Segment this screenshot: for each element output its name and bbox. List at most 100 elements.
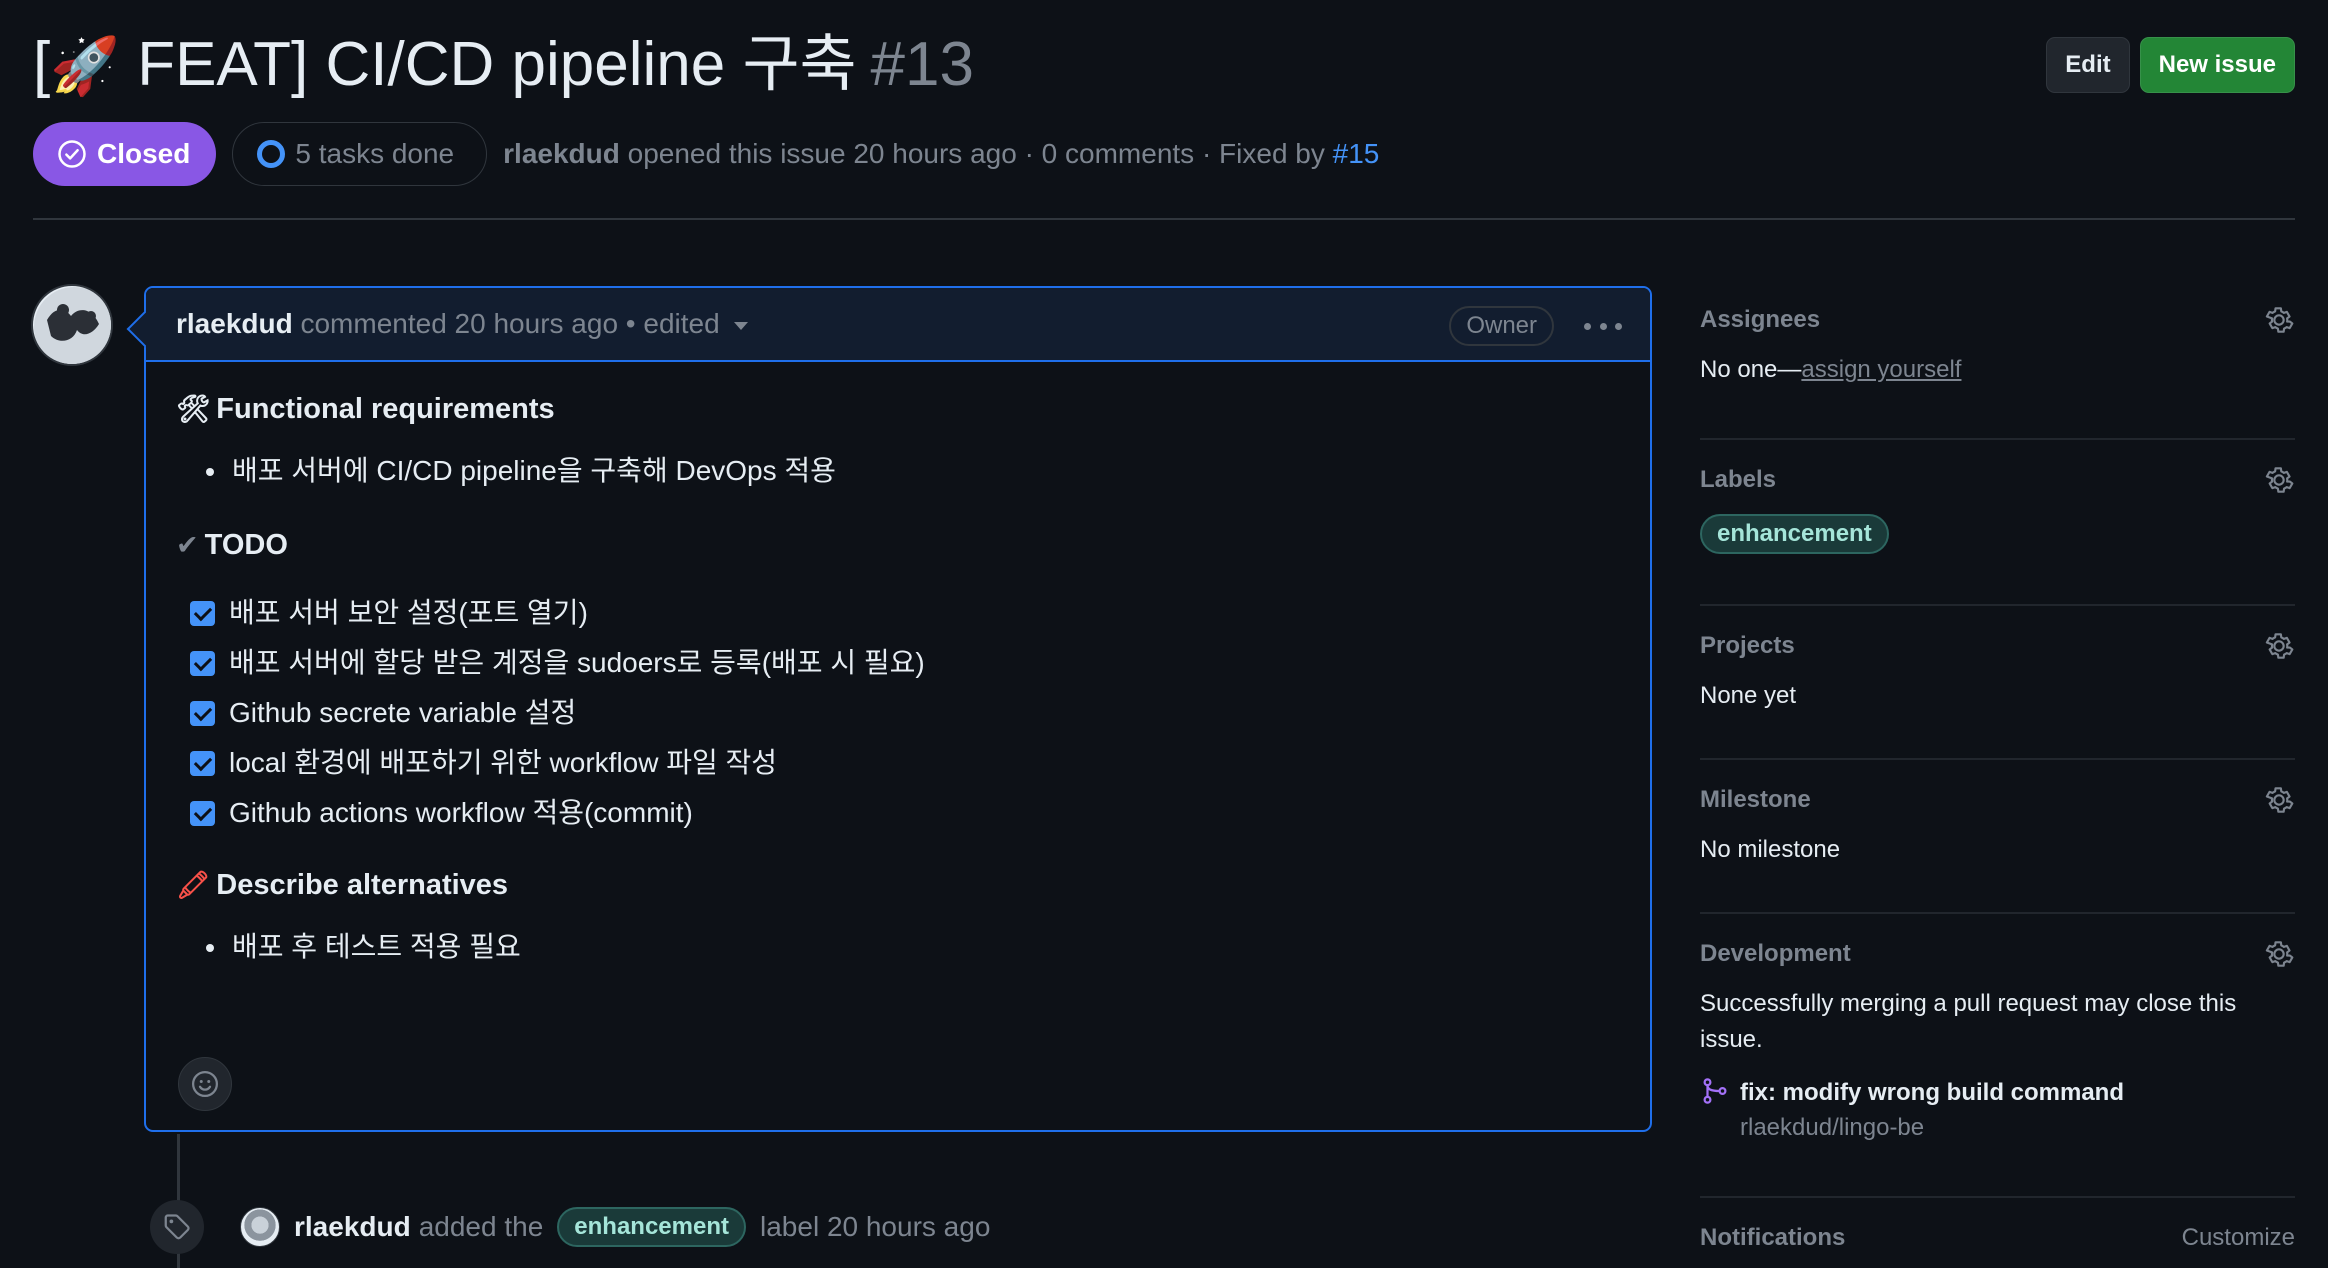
issue-page: [🚀 FEAT] CI/CD pipeline 구축 #13 Edit New i… bbox=[0, 0, 2328, 1268]
task-label: Github actions workflow 적용(commit) bbox=[229, 797, 693, 828]
pull-request-info: fix: modify wrong build command rlaekdud… bbox=[1740, 1076, 2124, 1146]
comment-author[interactable]: rlaekdud bbox=[176, 308, 293, 339]
gear-icon[interactable] bbox=[2263, 630, 2295, 662]
task-item: 배포 서버에 할당 받은 계정을 sudoers로 등록(배포 시 필요) bbox=[176, 638, 1620, 688]
tag-icon bbox=[164, 1214, 190, 1240]
task-checkbox[interactable] bbox=[190, 600, 215, 626]
assignees-value: No one—assign yourself bbox=[1700, 352, 2295, 388]
task-item: 배포 서버 보안 설정(포트 열기) bbox=[176, 588, 1620, 638]
issue-title: [🚀 FEAT] CI/CD pipeline 구축 #13 bbox=[33, 25, 974, 106]
task-item: Github actions workflow 적용(commit) bbox=[176, 788, 1620, 838]
list-item: 배포 서버에 CI/CD pipeline을 구축해 DevOps 적용 bbox=[176, 450, 1620, 492]
comment-header: rlaekdud commented 20 hours ago • edited… bbox=[146, 288, 1650, 362]
header-actions: Edit New issue bbox=[2046, 37, 2295, 93]
tasks-progress[interactable]: 5 tasks done bbox=[232, 122, 488, 186]
issue-meta: Closed 5 tasks done rlaekdud opened this… bbox=[33, 122, 1379, 186]
comment-time[interactable]: commented 20 hours ago • edited bbox=[293, 308, 719, 339]
event-label-pill[interactable]: enhancement bbox=[557, 1207, 746, 1247]
section-title: TODO bbox=[204, 528, 288, 561]
issue-header: [🚀 FEAT] CI/CD pipeline 구축 #13 Edit New i… bbox=[33, 25, 2295, 105]
list-item: 배포 후 테스트 적용 필요 bbox=[176, 926, 1620, 968]
enhancement-label[interactable]: enhancement bbox=[1700, 514, 1889, 554]
check-circle-icon bbox=[58, 140, 86, 168]
task-checkbox[interactable] bbox=[190, 800, 215, 826]
task-label: Github secrete variable 설정 bbox=[229, 697, 577, 728]
sidebar-title: Assignees bbox=[1700, 306, 1821, 333]
projects-value: None yet bbox=[1700, 682, 1797, 709]
chevron-down-icon[interactable] bbox=[733, 321, 748, 330]
sidebar-title: Projects bbox=[1700, 632, 1795, 659]
progress-ring-icon bbox=[257, 140, 286, 168]
timeline-label-event: rlaekdud added the enhancement label 20 … bbox=[150, 1200, 990, 1254]
gear-icon[interactable] bbox=[2263, 464, 2295, 496]
tag-icon-wrap bbox=[150, 1200, 204, 1254]
edit-button[interactable]: Edit bbox=[2046, 37, 2130, 93]
task-checkbox[interactable] bbox=[190, 650, 215, 676]
task-item: local 환경에 배포하기 위한 workflow 파일 작성 bbox=[176, 738, 1620, 788]
sidebar-title: Development bbox=[1700, 940, 1851, 967]
issue-sidebar: Assignees No one—assign yourself Labels … bbox=[1700, 300, 2295, 1258]
more-options-icon[interactable] bbox=[1578, 306, 1628, 346]
author-avatar[interactable] bbox=[31, 284, 113, 366]
labels-list: enhancement bbox=[1700, 514, 2295, 554]
owner-badge: Owner bbox=[1449, 306, 1554, 346]
sidebar-milestone: Milestone No milestone bbox=[1700, 760, 2295, 914]
title-text: FEAT] CI/CD pipeline 구축 bbox=[119, 29, 857, 99]
author-link[interactable]: rlaekdud bbox=[503, 138, 620, 169]
alternatives-list: 배포 후 테스트 적용 필요 bbox=[176, 926, 1620, 968]
assignees-none: No one— bbox=[1700, 356, 1802, 383]
functional-list: 배포 서버에 CI/CD pipeline을 구축해 DevOps 적용 bbox=[176, 450, 1620, 492]
event-avatar[interactable] bbox=[240, 1207, 280, 1247]
sidebar-labels: Labels enhancement bbox=[1700, 440, 2295, 606]
customize-notifications-link[interactable]: Customize bbox=[2182, 1218, 2295, 1258]
pull-request-repo[interactable]: rlaekdud/lingo-be bbox=[1740, 1110, 2124, 1146]
rocket-icon: 🚀 bbox=[50, 33, 120, 97]
linked-pull-request[interactable]: fix: modify wrong build command rlaekdud… bbox=[1700, 1076, 2295, 1146]
event-pre-text: added the bbox=[418, 1211, 544, 1242]
crayon-icon: 🖍 bbox=[176, 870, 211, 901]
sidebar-notifications: Notifications Customize bbox=[1700, 1198, 2295, 1258]
section-describe-alternatives: 🖍 Describe alternatives bbox=[176, 860, 1620, 910]
development-value: Successfully merging a pull request may … bbox=[1700, 990, 2237, 1053]
event-post-text: label 20 hours ago bbox=[760, 1211, 991, 1242]
add-reaction-button[interactable] bbox=[178, 1057, 232, 1111]
sidebar-projects: Projects None yet bbox=[1700, 606, 2295, 760]
section-title: Describe alternatives bbox=[216, 868, 509, 901]
task-label: 배포 서버 보안 설정(포트 열기) bbox=[229, 597, 588, 628]
sidebar-title: Milestone bbox=[1700, 786, 1811, 813]
comment-meta: rlaekdud commented 20 hours ago • edited bbox=[176, 308, 748, 340]
section-title: Functional requirements bbox=[216, 392, 555, 425]
pull-request-title[interactable]: fix: modify wrong build command bbox=[1740, 1076, 2124, 1110]
sidebar-development: Development Successfully merging a pull … bbox=[1700, 914, 2295, 1198]
new-issue-button[interactable]: New issue bbox=[2139, 37, 2295, 93]
section-functional-requirements: 🛠 Functional requirements bbox=[176, 384, 1620, 434]
status-label: Closed bbox=[97, 138, 191, 169]
git-merge-icon bbox=[1703, 1078, 1727, 1104]
tasks-label: 5 tasks done bbox=[295, 138, 455, 169]
sidebar-title: Labels bbox=[1700, 466, 1777, 493]
header-divider bbox=[33, 218, 2295, 220]
assign-yourself-link[interactable]: assign yourself bbox=[1801, 356, 1961, 383]
gear-icon[interactable] bbox=[2263, 304, 2295, 336]
section-todo: ✔ TODO bbox=[176, 520, 1620, 570]
todo-task-list: 배포 서버 보안 설정(포트 열기) 배포 서버에 할당 받은 계정을 sudo… bbox=[176, 588, 1620, 838]
event-author[interactable]: rlaekdud bbox=[294, 1211, 411, 1243]
task-checkbox[interactable] bbox=[190, 750, 215, 776]
sidebar-assignees: Assignees No one—assign yourself bbox=[1700, 300, 2295, 440]
issue-number: #13 bbox=[870, 29, 974, 99]
gear-icon[interactable] bbox=[2263, 784, 2295, 816]
fixed-by-link[interactable]: #15 bbox=[1333, 138, 1380, 169]
check-mark-icon: ✔ bbox=[176, 529, 199, 561]
issue-comment: rlaekdud commented 20 hours ago • edited… bbox=[144, 286, 1652, 1132]
event-text: rlaekdud added the enhancement label 20 … bbox=[294, 1207, 990, 1247]
task-item: Github secrete variable 설정 bbox=[176, 688, 1620, 738]
title-bracket: [ bbox=[33, 29, 51, 99]
smiley-icon bbox=[192, 1071, 218, 1097]
milestone-value: No milestone bbox=[1700, 836, 1841, 863]
opened-text: opened this issue 20 hours ago · 0 comme… bbox=[619, 138, 1333, 169]
gear-icon[interactable] bbox=[2263, 938, 2295, 970]
task-label: local 환경에 배포하기 위한 workflow 파일 작성 bbox=[229, 747, 778, 778]
issue-meta-text: rlaekdud opened this issue 20 hours ago … bbox=[503, 138, 1379, 170]
comment-body: 🛠 Functional requirements 배포 서버에 CI/CD p… bbox=[146, 362, 1650, 1132]
task-checkbox[interactable] bbox=[190, 700, 215, 726]
